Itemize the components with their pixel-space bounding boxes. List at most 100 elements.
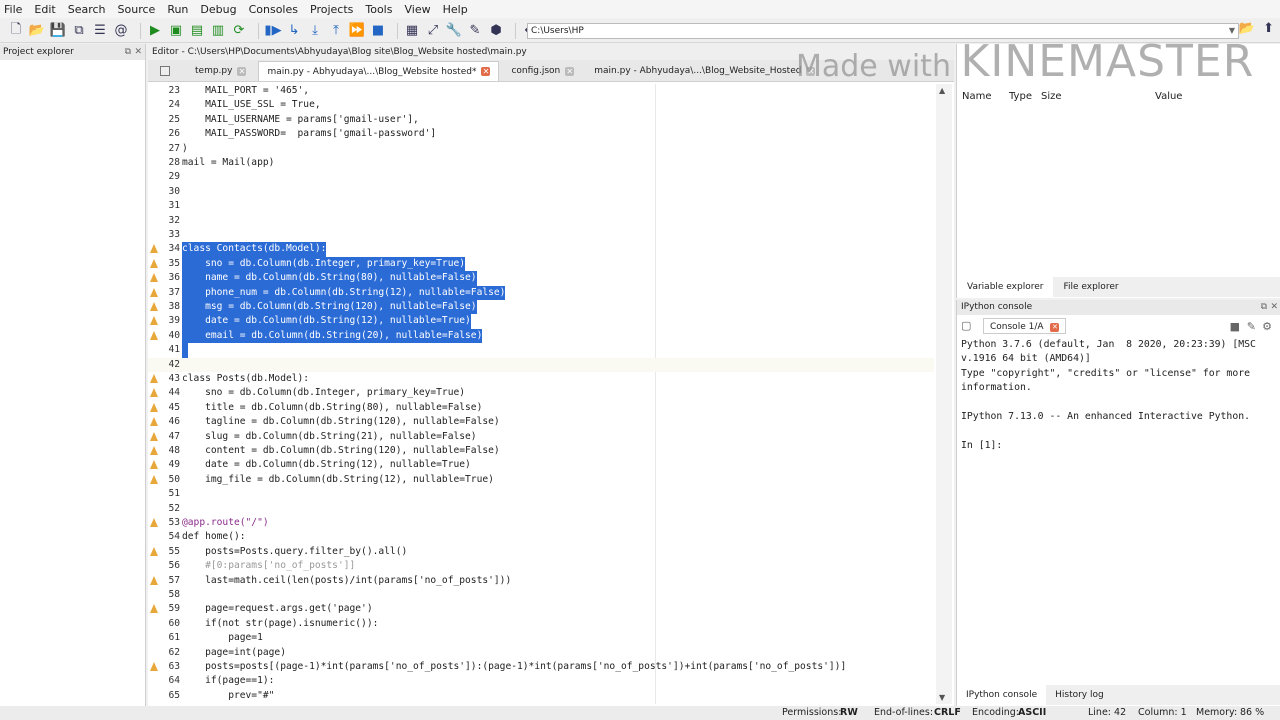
code-line[interactable]: 26 MAIL_PASSWORD= params['gmail-password…	[148, 127, 934, 141]
edit-icon[interactable]: ✎	[1247, 320, 1256, 333]
step-into-icon[interactable]: ⤓	[307, 23, 323, 39]
menu-tools[interactable]: Tools	[365, 3, 392, 16]
menu-help[interactable]: Help	[443, 3, 468, 16]
code-line[interactable]: 57 last=math.ceil(len(posts)/int(params[…	[148, 574, 934, 588]
code-line[interactable]: 52	[148, 502, 934, 516]
warning-icon[interactable]	[150, 662, 158, 671]
menu-source[interactable]: Source	[118, 3, 156, 16]
step-icon[interactable]: ↳	[286, 23, 302, 39]
warning-icon[interactable]	[150, 474, 158, 484]
menu-debug[interactable]: Debug	[200, 3, 236, 16]
code-line[interactable]: 42	[148, 357, 934, 372]
code-line[interactable]: 65 prev="#"	[148, 689, 934, 703]
menu-consoles[interactable]: Consoles	[249, 3, 298, 16]
tab-config[interactable]: config.json ✕	[503, 61, 582, 81]
code-line[interactable]: 55 posts=Posts.query.filter_by().all()	[148, 545, 934, 559]
code-line[interactable]: 56 #[0:params['no_of_posts']]	[148, 559, 934, 573]
save-icon[interactable]: 💾	[50, 23, 66, 39]
code-line[interactable]: 54 def home():	[148, 530, 934, 544]
warning-icon[interactable]	[150, 575, 158, 585]
close-icon[interactable]: ✕	[1270, 300, 1278, 315]
editor-scrollbar[interactable]: ▲ ▼	[936, 84, 952, 704]
rerun-icon[interactable]: ⟳	[231, 23, 247, 39]
browse-tabs-icon[interactable]	[160, 66, 170, 76]
code-line[interactable]: 49 date = db.Column(db.String(12), nulla…	[148, 458, 934, 472]
code-line[interactable]: 44 sno = db.Column(db.Integer, primary_k…	[148, 386, 934, 400]
warning-icon[interactable]	[150, 302, 158, 311]
warning-icon[interactable]	[150, 287, 158, 297]
warning-icon[interactable]	[150, 417, 158, 427]
warning-icon[interactable]	[150, 546, 158, 556]
code-line[interactable]: 64 if(page==1):	[148, 674, 934, 688]
code-line[interactable]: 61 page=1	[148, 631, 934, 645]
code-line[interactable]: 35 sno = db.Column(db.Integer, primary_k…	[148, 256, 934, 272]
code-line[interactable]: 39 date = db.Column(db.String(12), nulla…	[148, 314, 934, 329]
menu-projects[interactable]: Projects	[310, 3, 353, 16]
code-line[interactable]: 59 page=request.args.get('page')	[148, 602, 934, 616]
code-line[interactable]: 58	[148, 588, 934, 602]
tab-history-log[interactable]: History log	[1046, 685, 1113, 705]
warning-icon[interactable]	[150, 388, 158, 398]
code-line[interactable]: 63 posts=posts[(page-1)*int(params['no_o…	[148, 660, 934, 674]
warning-icon[interactable]	[150, 604, 158, 614]
code-line[interactable]: 33	[148, 228, 934, 242]
new-file-icon[interactable]: 🗋	[8, 22, 24, 39]
code-line[interactable]: 38 msg = db.Column(db.String(120), nulla…	[148, 300, 934, 315]
code-line[interactable]: 47 slug = db.Column(db.String(21), nulla…	[148, 430, 934, 444]
step-return-icon[interactable]: ⤒	[328, 23, 344, 39]
tab-console-1a[interactable]: Console 1/A ✕	[983, 318, 1067, 334]
close-tab-icon[interactable]: ✕	[1050, 323, 1060, 332]
close-tab-icon[interactable]: ✕	[481, 67, 491, 76]
undock-icon[interactable]: ⧉	[1261, 300, 1267, 315]
browse-folder-icon[interactable]: 📂	[1239, 21, 1255, 36]
code-line[interactable]: 43 class Posts(db.Model):	[148, 372, 934, 386]
console-browse-icon[interactable]: ▢	[961, 319, 971, 332]
tab-ipython-console[interactable]: IPython console	[957, 685, 1047, 705]
code-line[interactable]: 40 email = db.Column(db.String(20), null…	[148, 328, 934, 344]
code-line[interactable]: 32	[148, 214, 934, 228]
code-line[interactable]: 51	[148, 487, 934, 501]
warning-icon[interactable]	[150, 431, 158, 441]
run-cell-advance-icon[interactable]: ▤	[189, 23, 205, 39]
tab-main-hosted-active[interactable]: main.py - Abhyudaya\...\Blog_Website hos…	[258, 61, 500, 81]
code-line[interactable]: 28 mail = Mail(app)	[148, 156, 934, 170]
code-line[interactable]: 45 title = db.Column(db.String(80), null…	[148, 401, 934, 415]
column-value[interactable]: Value	[1155, 91, 1182, 102]
warning-icon[interactable]	[150, 402, 158, 412]
tab-file-explorer[interactable]: File explorer	[1053, 277, 1128, 297]
code-line[interactable]: 31	[148, 199, 934, 213]
warning-icon[interactable]	[150, 446, 158, 455]
run-selection-icon[interactable]: ▥	[210, 23, 226, 39]
maximize-pane-icon[interactable]: ▦	[404, 23, 420, 39]
warning-icon[interactable]	[150, 518, 158, 527]
save-all-icon[interactable]: ⧉	[71, 23, 87, 39]
preferences-icon[interactable]: 🔧	[446, 23, 462, 39]
tab-main-hosted-2[interactable]: main.py - Abhyudaya\...\Blog_Website_Hos…	[586, 61, 823, 81]
warning-icon[interactable]	[150, 330, 158, 340]
gear-icon[interactable]: ⚙	[1262, 320, 1272, 333]
menu-file[interactable]: File	[4, 3, 22, 16]
parent-directory-icon[interactable]: ⬆	[1263, 21, 1274, 36]
close-tab-icon[interactable]: ✕	[565, 66, 575, 76]
console-output[interactable]: Python 3.7.6 (default, Jan 8 2020, 20:23…	[961, 338, 1261, 453]
close-icon[interactable]: ✕	[134, 44, 142, 60]
code-line[interactable]: 50 img_file = db.Column(db.String(12), n…	[148, 473, 934, 487]
code-line[interactable]: 53 @app.route("/")	[148, 516, 934, 530]
code-line[interactable]: 60 if(not str(page).isnumeric()):	[148, 617, 934, 631]
code-line[interactable]: 37 phone_num = db.Column(db.String(12), …	[148, 285, 934, 300]
tab-temp[interactable]: temp.py ✕	[187, 61, 254, 81]
run-icon[interactable]: ▶	[147, 23, 163, 39]
code-area[interactable]: 23 MAIL_PORT = '465', 24 MAIL_USE_SSL = T…	[148, 84, 934, 704]
list-icon[interactable]: ☰	[92, 23, 108, 39]
code-line[interactable]: 29	[148, 170, 934, 184]
warning-icon[interactable]	[150, 273, 158, 283]
warning-icon[interactable]	[150, 460, 158, 470]
code-line[interactable]: 36 name = db.Column(db.String(80), nulla…	[148, 271, 934, 286]
code-line[interactable]: 24 MAIL_USE_SSL = True,	[148, 98, 934, 112]
scroll-up-icon[interactable]: ▲	[939, 86, 945, 95]
warning-icon[interactable]	[150, 316, 158, 326]
menu-search[interactable]: Search	[68, 3, 106, 16]
python-icon[interactable]: ⬢	[488, 23, 504, 39]
run-cell-icon[interactable]: ▣	[168, 23, 184, 39]
tab-browse[interactable]	[152, 61, 183, 81]
